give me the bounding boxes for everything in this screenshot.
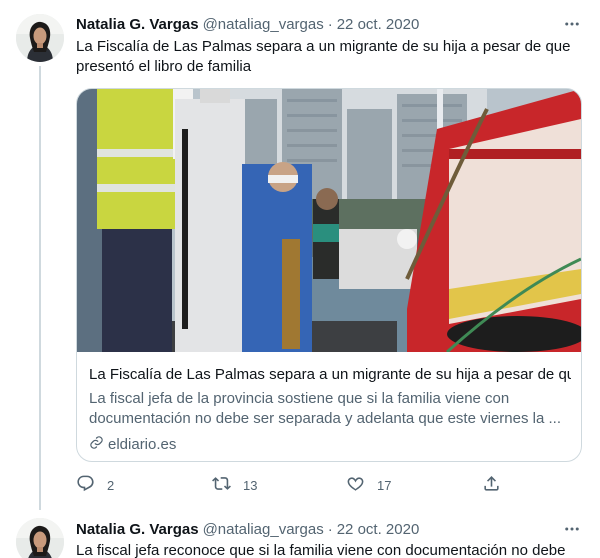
share-icon[interactable] (482, 474, 501, 496)
tweet[interactable]: Natalia G. Vargas @nataliag_vargas · 22 … (0, 510, 600, 558)
avatar[interactable] (16, 14, 64, 62)
author-name[interactable]: Natalia G. Vargas (76, 16, 199, 33)
avatar[interactable] (16, 518, 64, 558)
like-icon[interactable] (346, 474, 365, 496)
author-handle[interactable]: @nataliag_vargas (203, 16, 324, 33)
card-image[interactable] (77, 89, 581, 354)
retweet-count: 13 (243, 477, 258, 493)
header-separator: · (327, 15, 333, 33)
tweet-date[interactable]: 22 oct. 2020 (337, 16, 420, 33)
card-description: La fiscal jefa de la provincia sostiene … (89, 390, 561, 427)
reply-icon[interactable] (76, 474, 95, 496)
tweet-date[interactable]: 22 oct. 2020 (337, 521, 420, 538)
more-icon[interactable] (562, 519, 582, 539)
tweet-text: La Fiscalía de Las Palmas separa a un mi… (76, 38, 571, 75)
author-name[interactable]: Natalia G. Vargas (76, 521, 199, 538)
link-icon (89, 435, 108, 454)
author-handle[interactable]: @nataliag_vargas (203, 521, 324, 538)
tweet[interactable]: Natalia G. Vargas @nataliag_vargas · 22 … (0, 0, 600, 510)
card-source-domain[interactable]: eldiario.es (108, 436, 176, 453)
card-source[interactable]: eldiario.es (89, 435, 571, 454)
share-button[interactable] (482, 472, 501, 498)
retweet-button[interactable]: 13 (212, 472, 257, 498)
link-card[interactable]: La Fiscalía de Las Palmas separa a un mi… (76, 88, 582, 462)
retweet-icon[interactable] (212, 474, 231, 496)
tweet-header: Natalia G. Vargas @nataliag_vargas · 22 … (76, 14, 419, 34)
like-count: 17 (377, 477, 392, 493)
reply-button[interactable]: 2 (76, 472, 114, 498)
like-button[interactable]: 17 (346, 472, 391, 498)
card-body[interactable]: La Fiscalía de Las Palmas separa a un mi… (89, 365, 571, 454)
tweet-actions: 2 13 17 (76, 472, 516, 498)
more-icon[interactable] (562, 14, 582, 34)
reply-count: 2 (107, 477, 115, 493)
header-separator: · (327, 520, 333, 538)
tweet-text: La fiscal jefa reconoce que si la famili… (76, 542, 566, 558)
tweet-header: Natalia G. Vargas @nataliag_vargas · 22 … (76, 519, 419, 539)
card-title[interactable]: La Fiscalía de Las Palmas separa a un mi… (89, 365, 571, 385)
